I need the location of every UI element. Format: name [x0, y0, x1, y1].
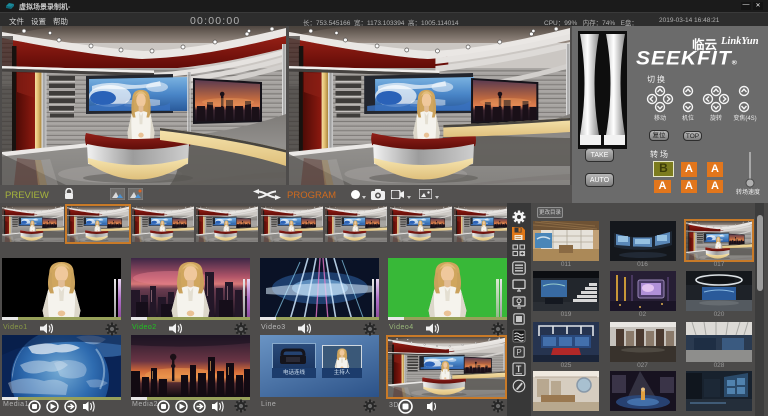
svg-text:旋转: 旋转 — [710, 114, 722, 122]
svg-text:T: T — [516, 364, 522, 374]
svg-text:P: P — [516, 348, 521, 357]
svg-text:变焦(4S): 变焦(4S) — [733, 114, 756, 122]
svg-text:移动: 移动 — [654, 114, 666, 122]
svg-text:机位: 机位 — [682, 114, 694, 122]
